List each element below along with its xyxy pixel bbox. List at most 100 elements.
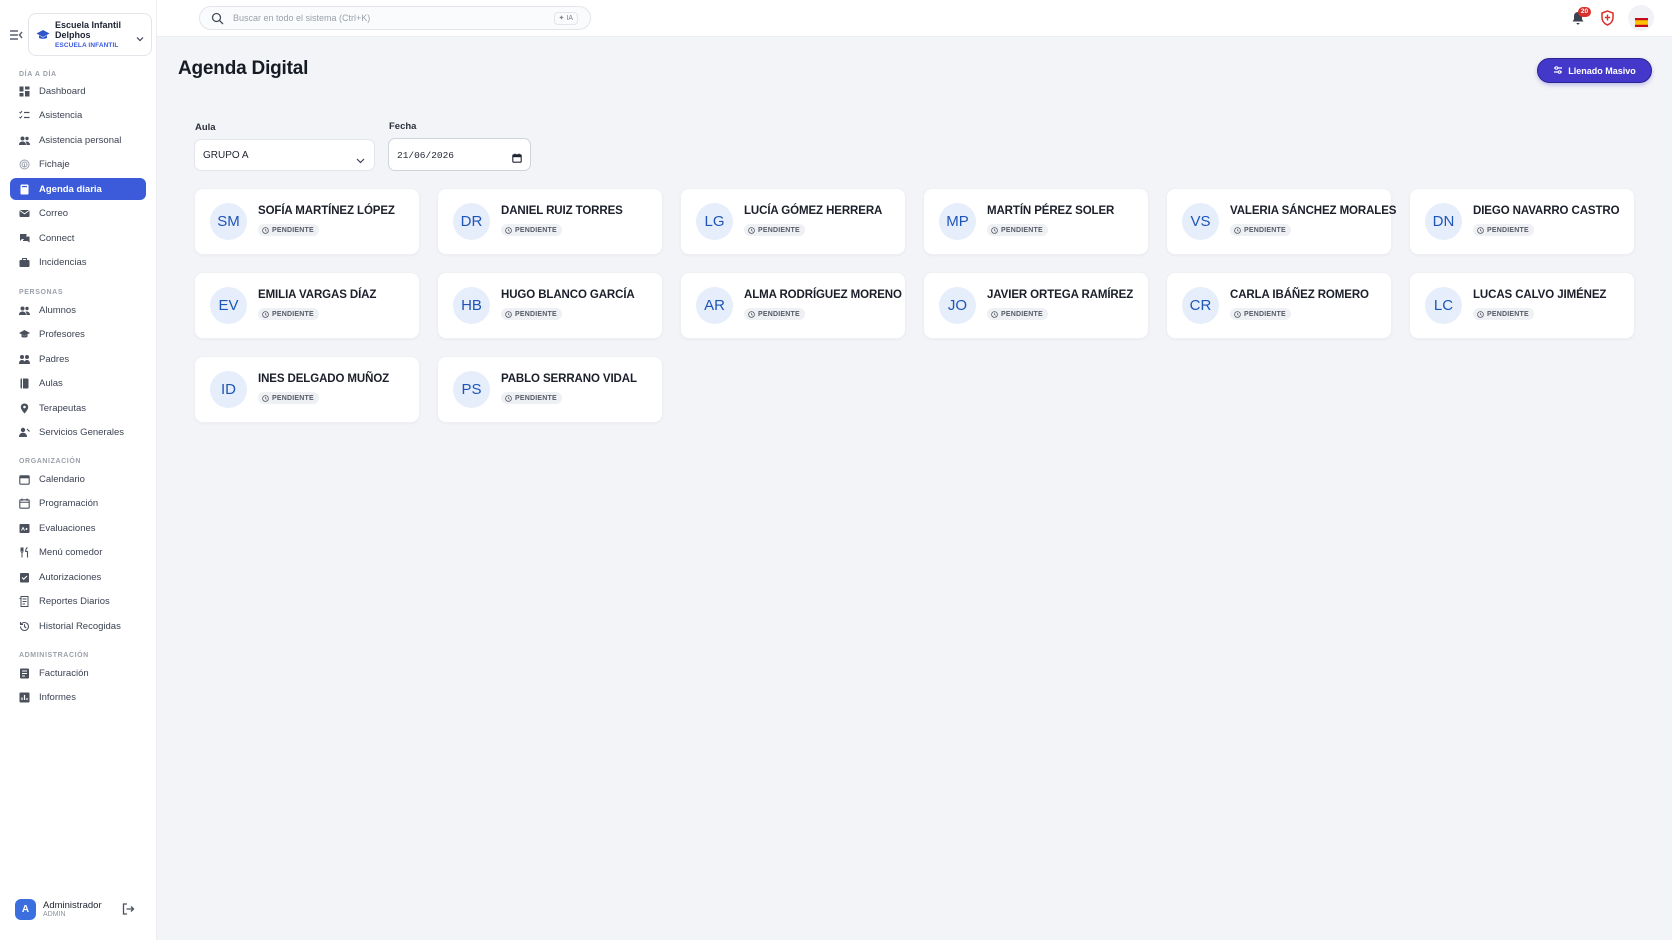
sidebar-item-calendario[interactable]: Calendario	[10, 468, 146, 490]
sidebar-item-padres[interactable]: Padres	[10, 348, 146, 370]
student-name: CARLA IBÁÑEZ ROMERO	[1230, 289, 1369, 301]
graduation-cap-icon	[36, 28, 50, 40]
fingerprint-icon	[19, 159, 30, 170]
student-name: PABLO SERRANO VIDAL	[501, 373, 637, 385]
sidebar-item-fichaje[interactable]: Fichaje	[10, 154, 146, 176]
date-input[interactable]: 21/06/2026	[388, 138, 531, 171]
sidebar-item-label: Connect	[39, 232, 75, 244]
student-card[interactable]: JO JAVIER ORTEGA RAMÍREZ PENDIENTE	[923, 272, 1149, 339]
status-badge: PENDIENTE	[1473, 224, 1534, 236]
sidebar-item-label: Servicios Generales	[39, 427, 125, 438]
clock-icon	[262, 226, 269, 234]
sidebar-item-label: Evaluaciones	[39, 522, 96, 534]
student-avatar: JO	[939, 287, 976, 324]
graduation-cap-icon	[19, 329, 30, 340]
student-card[interactable]: ID INES DELGADO MUÑOZ PENDIENTE	[194, 356, 420, 423]
staff-icon	[19, 427, 30, 438]
status-label: PENDIENTE	[758, 226, 800, 234]
sidebar-item-menu-comedor[interactable]: Menú comedor	[10, 542, 146, 564]
student-card[interactable]: PS PABLO SERRANO VIDAL PENDIENTE	[437, 356, 663, 423]
status-label: PENDIENTE	[515, 226, 557, 234]
student-card[interactable]: HB HUGO BLANCO GARCÍA PENDIENTE	[437, 272, 663, 339]
student-avatar: DR	[453, 203, 490, 240]
student-avatar: MP	[939, 203, 976, 240]
sidebar-item-correo[interactable]: Correo	[10, 203, 146, 225]
bulk-fill-label: Llenado Masivo	[1568, 65, 1636, 76]
checklist-icon	[19, 110, 30, 121]
status-label: PENDIENTE	[1244, 310, 1286, 318]
sidebar-item-label: Reportes Diarios	[39, 596, 110, 607]
language-selector[interactable]	[1628, 5, 1654, 31]
sidebar-item-label: Incidencias	[39, 257, 87, 268]
student-card[interactable]: VS VALERIA SÁNCHEZ MORALES PENDIENTE	[1166, 188, 1396, 255]
student-card[interactable]: AR ALMA RODRÍGUEZ MORENO PENDIENTE	[680, 272, 906, 339]
calendar-icon	[19, 474, 30, 485]
page-title: Agenda Digital	[178, 58, 309, 79]
clock-icon	[262, 310, 269, 318]
sidebar-item-alumnos[interactable]: Alumnos	[10, 299, 146, 321]
student-card[interactable]: SM SOFÍA MARTÍNEZ LÓPEZ PENDIENTE	[194, 188, 420, 255]
student-name: VALERIA SÁNCHEZ MORALES	[1230, 205, 1397, 217]
student-name: JAVIER ORTEGA RAMÍREZ	[987, 289, 1134, 301]
sidebar-item-agenda-diaria[interactable]: Agenda diaria	[10, 178, 146, 200]
sidebar-item-aulas[interactable]: Aulas	[10, 373, 146, 395]
sidebar-item-label: Dashboard	[39, 85, 86, 97]
clock-icon	[505, 310, 512, 318]
user-role: ADMIN	[43, 911, 66, 918]
sidebar-item-dashboard[interactable]: Dashboard	[10, 80, 146, 102]
student-avatar: HB	[453, 287, 490, 324]
book-icon	[19, 378, 30, 389]
student-name: HUGO BLANCO GARCÍA	[501, 289, 635, 301]
sidebar-item-label: Historial Recogidas	[39, 620, 121, 632]
sidebar-item-servicios-generales[interactable]: Servicios Generales	[10, 422, 146, 444]
student-name: DIEGO NAVARRO CASTRO	[1473, 205, 1620, 217]
student-avatar: CR	[1182, 287, 1219, 324]
sidebar-item-label: Agenda diaria	[39, 183, 102, 195]
student-card[interactable]: DN DIEGO NAVARRO CASTRO PENDIENTE	[1409, 188, 1635, 255]
aula-select[interactable]: GRUPO A	[194, 139, 375, 171]
student-card[interactable]: LG LUCÍA GÓMEZ HERRERA PENDIENTE	[680, 188, 906, 255]
users-icon	[19, 135, 30, 146]
sidebar-item-asistencia-personal[interactable]: Asistencia personal	[10, 129, 146, 151]
sidebar-item-reportes-diarios[interactable]: Reportes Diarios	[10, 591, 146, 613]
clock-icon	[1234, 226, 1241, 234]
sidebar-item-label: Autorizaciones	[39, 571, 102, 583]
student-card[interactable]: DR DANIEL RUIZ TORRES PENDIENTE	[437, 188, 663, 255]
location-pin-icon	[19, 403, 30, 414]
collapse-sidebar-icon[interactable]	[9, 29, 23, 41]
sidebar-item-incidencias[interactable]: Incidencias	[10, 252, 146, 274]
shield-icon[interactable]	[1600, 10, 1615, 26]
sidebar-item-autorizaciones[interactable]: Autorizaciones	[10, 566, 146, 588]
status-badge: PENDIENTE	[1473, 308, 1534, 320]
clock-icon	[991, 310, 998, 318]
ai-search-chip[interactable]: ✦ IA	[553, 12, 578, 25]
sidebar-item-asistencia[interactable]: Asistencia	[10, 105, 146, 127]
status-badge: PENDIENTE	[744, 308, 805, 320]
sidebar-item-evaluaciones[interactable]: Evaluaciones	[10, 517, 146, 539]
mail-icon	[19, 208, 30, 219]
sidebar-item-programacion[interactable]: Programación	[10, 493, 146, 515]
global-search[interactable]: ✦ IA	[199, 6, 591, 30]
student-card[interactable]: MP MARTÍN PÉREZ SOLER PENDIENTE	[923, 188, 1149, 255]
sidebar-item-facturacion[interactable]: Facturación	[10, 662, 146, 684]
sidebar-item-connect[interactable]: Connect	[10, 227, 146, 249]
status-label: PENDIENTE	[272, 394, 314, 402]
clock-icon	[505, 226, 512, 234]
sidebar-item-historial-recogidas[interactable]: Historial Recogidas	[10, 615, 146, 637]
search-input[interactable]	[233, 7, 533, 29]
calendar-icon[interactable]	[512, 150, 522, 163]
sidebar-item-profesores[interactable]: Profesores	[10, 324, 146, 346]
status-badge: PENDIENTE	[258, 308, 319, 320]
logout-icon[interactable]	[121, 902, 135, 916]
sidebar-item-informes[interactable]: Informes	[10, 687, 146, 709]
student-card[interactable]: EV EMILIA VARGAS DÍAZ PENDIENTE	[194, 272, 420, 339]
bulk-fill-button[interactable]: Llenado Masivo	[1537, 58, 1652, 83]
sidebar-item-terapeutas[interactable]: Terapeutas	[10, 397, 146, 419]
date-value: 21/06/2026	[397, 150, 455, 161]
sidebar-item-label: Profesores	[39, 329, 85, 340]
org-switcher[interactable]: Escuela Infantil Delphos ESCUELA INFANTI…	[28, 13, 152, 56]
student-card[interactable]: CR CARLA IBÁÑEZ ROMERO PENDIENTE	[1166, 272, 1392, 339]
nav-section-title: ADMINISTRACIÓN	[19, 652, 89, 659]
status-label: PENDIENTE	[272, 310, 314, 318]
student-card[interactable]: LC LUCAS CALVO JIMÉNEZ PENDIENTE	[1409, 272, 1635, 339]
